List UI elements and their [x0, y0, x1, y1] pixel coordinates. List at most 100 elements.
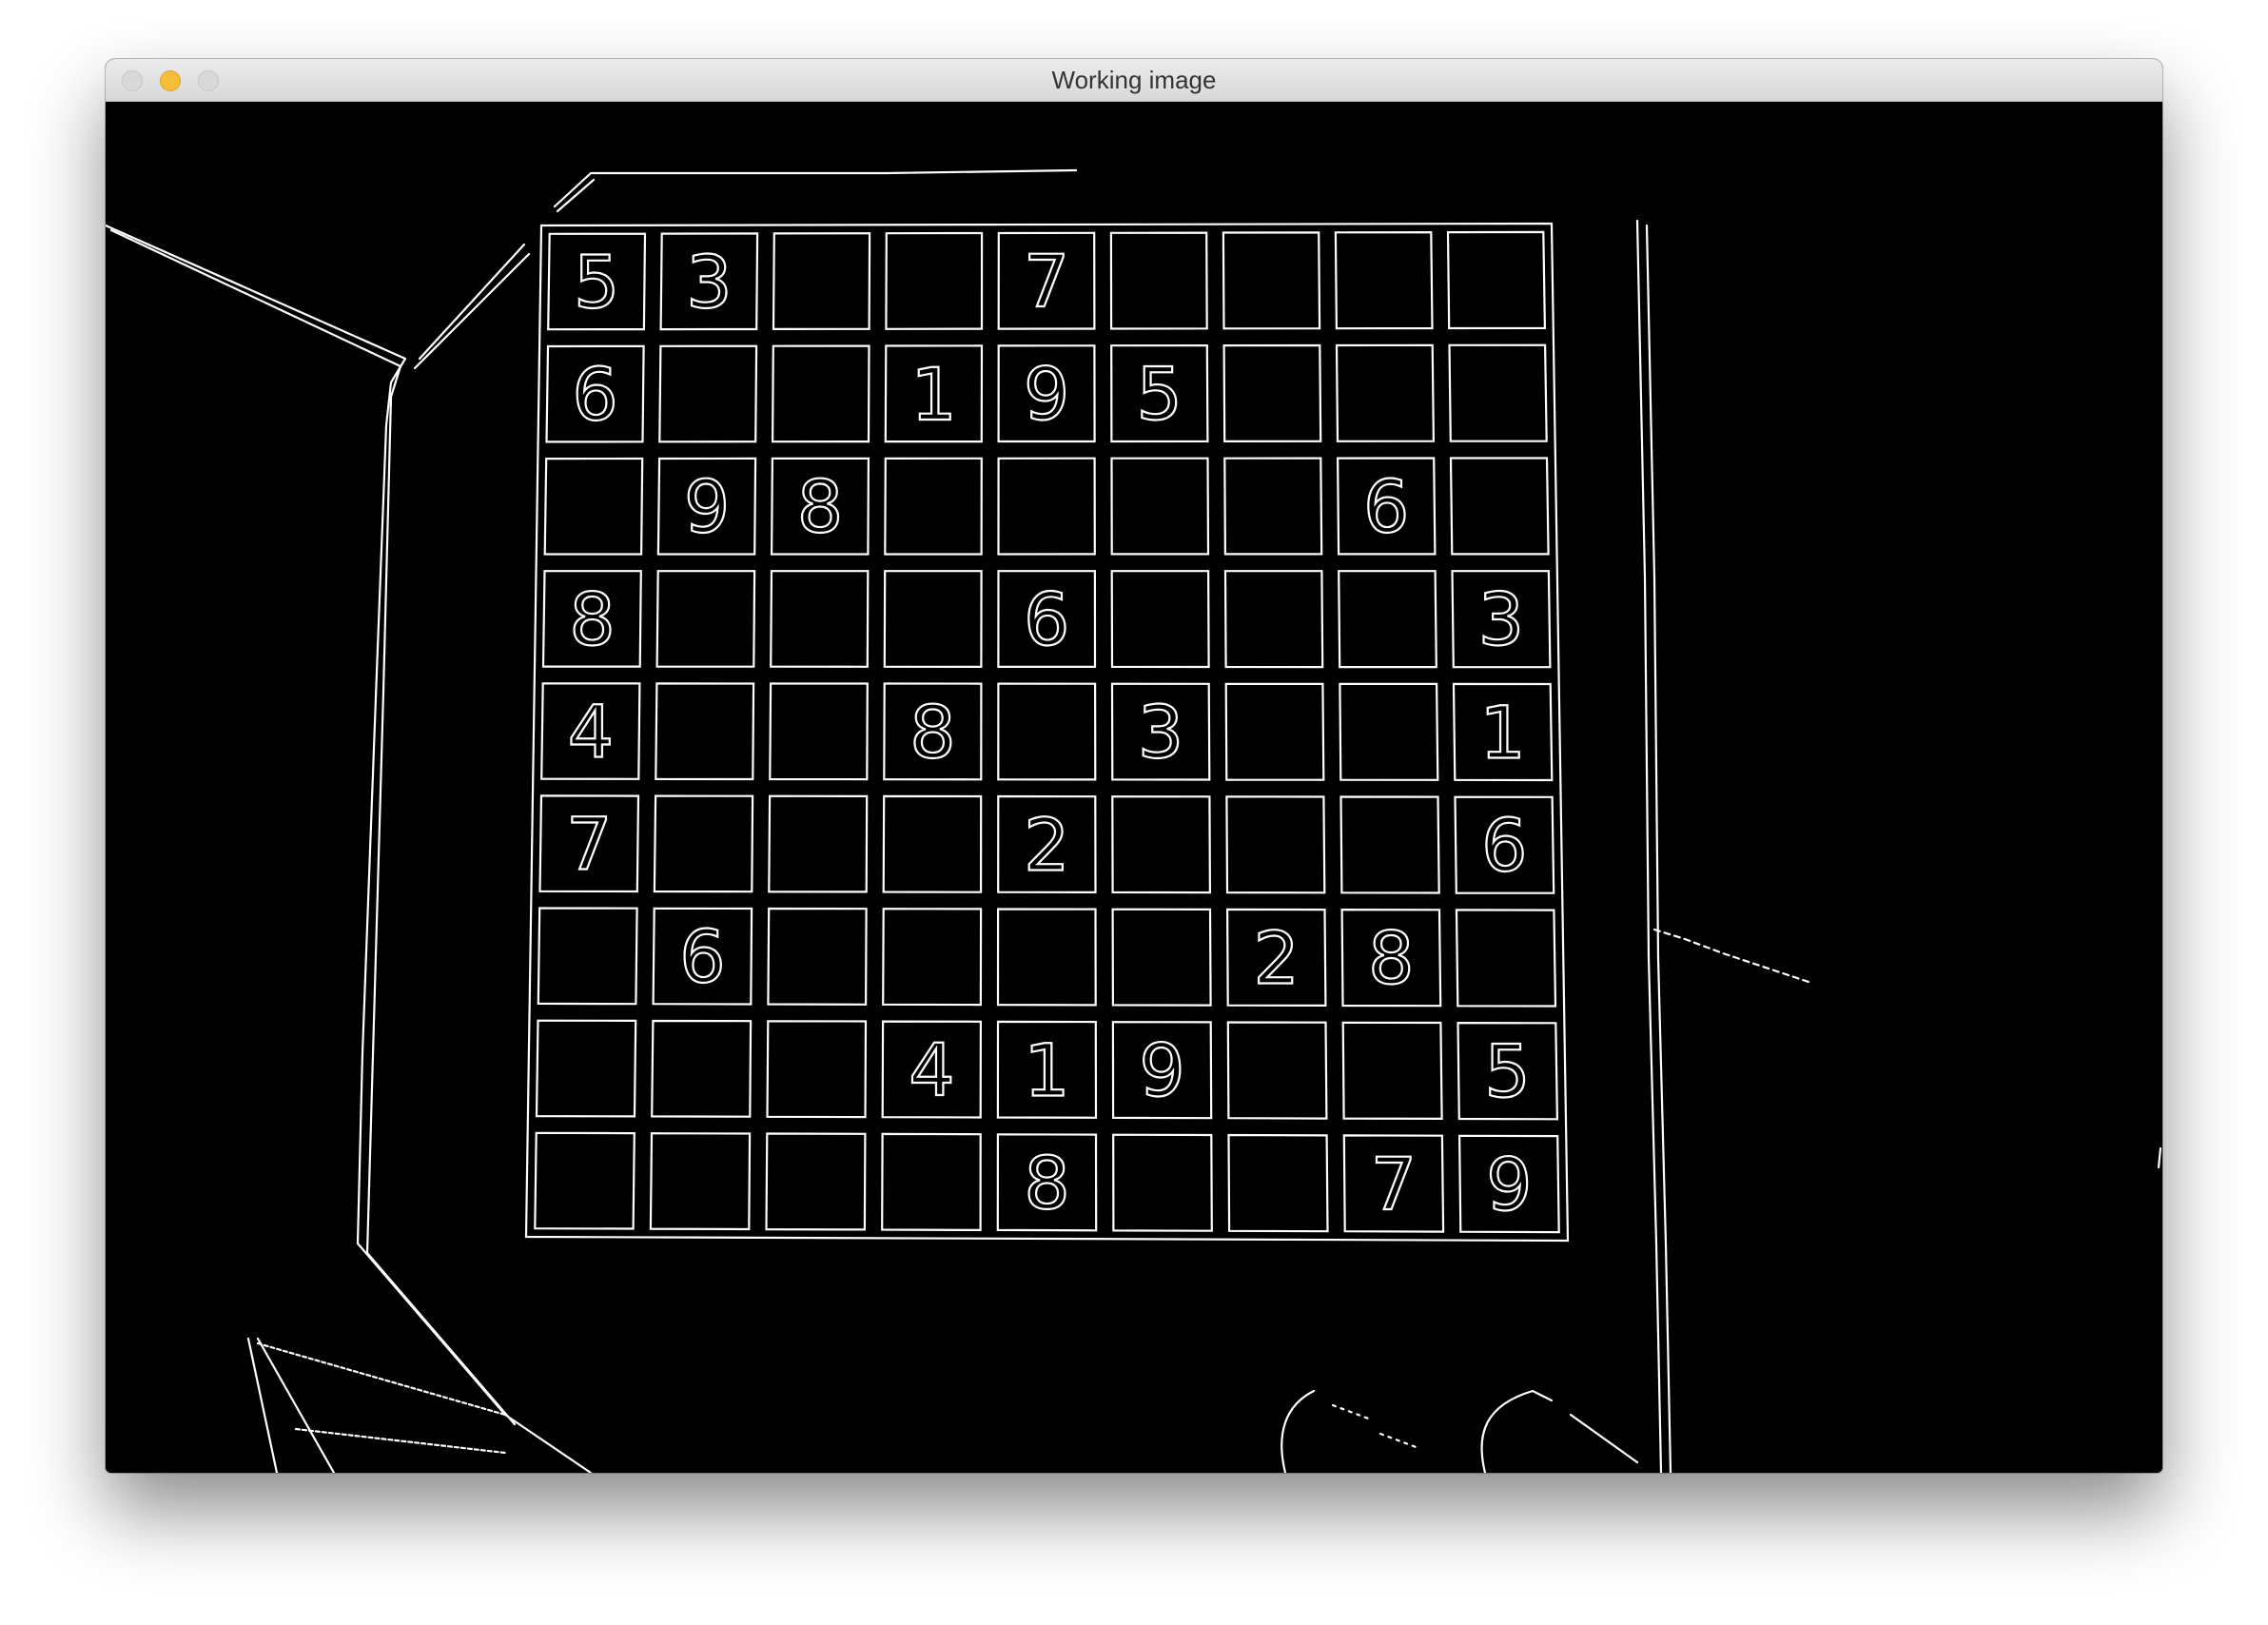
grid-cell [770, 570, 870, 668]
edge-line [556, 178, 596, 213]
sudoku-digit: 7 [566, 802, 612, 887]
edge-line [413, 252, 531, 370]
grid-cell [1339, 682, 1439, 781]
edge-line [365, 1251, 517, 1426]
sudoku-digit: 8 [569, 577, 615, 661]
grid-cell [997, 457, 1096, 556]
grid-cell [535, 1019, 637, 1118]
sudoku-digit: 7 [1024, 239, 1069, 323]
grid-cell [543, 457, 644, 556]
edge-line [418, 243, 526, 361]
grid-cell [772, 232, 871, 331]
edge-line [1281, 1389, 1316, 1473]
sudoku-digit: 6 [1363, 464, 1409, 549]
sudoku-digit: 3 [1138, 690, 1183, 774]
sudoku-digit: 5 [1137, 352, 1183, 437]
sudoku-digit: 6 [679, 914, 725, 999]
grid-cell [1226, 1021, 1328, 1120]
grid-cell [1449, 457, 1550, 556]
sudoku-digit: 3 [686, 240, 732, 324]
sudoku-digit: 5 [1484, 1029, 1530, 1114]
grid-cell [655, 682, 755, 781]
sudoku-digit: 6 [572, 352, 617, 437]
grid-cell [1225, 795, 1326, 894]
edge-line [2157, 1146, 2162, 1169]
grid-cell [1338, 570, 1437, 669]
grid-cell [1339, 795, 1440, 894]
grid-cell [771, 344, 870, 443]
edge-line [246, 1337, 279, 1473]
edge-line [294, 1427, 507, 1455]
edge-image: 5 3 76 1 9 59 8 68 6 34 8 3 17 2 66 2 84 1 9 58 7 9 [106, 168, 2162, 1473]
grid-cell [658, 344, 758, 443]
sudoku-digit: 3 [1478, 578, 1524, 662]
grid-cell [882, 908, 983, 1007]
sudoku-digit: 4 [568, 690, 614, 774]
grid-cell [1224, 682, 1325, 781]
sudoku-digit: 4 [909, 1028, 954, 1112]
sudoku-digit: 7 [1371, 1142, 1417, 1226]
sudoku-digit: 1 [1024, 1028, 1069, 1112]
sudoku-digit: 1 [1479, 690, 1525, 774]
grid-cell [884, 457, 983, 556]
sudoku-digit: 6 [1481, 803, 1527, 888]
window-title: Working image [1051, 66, 1217, 94]
sudoku-digit: 2 [1024, 802, 1069, 887]
grid-cell [885, 231, 984, 330]
grid-cell [997, 682, 1097, 781]
grid-cell [881, 1132, 982, 1232]
grid-cell [996, 908, 1097, 1007]
grid-cell [651, 1019, 753, 1118]
edge-line [256, 1337, 336, 1473]
grid-cell [882, 794, 983, 893]
grid-cell [655, 570, 756, 668]
grid-cell [1222, 343, 1322, 443]
grid-cell [768, 794, 869, 893]
sudoku-digit: 8 [797, 464, 843, 549]
grid-cell [537, 907, 638, 1006]
grid-cell [1227, 1133, 1329, 1233]
grid-cell [1109, 231, 1208, 330]
edge-line [553, 168, 1078, 208]
sudoku-digit: 9 [684, 464, 730, 549]
sudoku-digit: 8 [909, 690, 955, 774]
grid-cell [1110, 457, 1210, 556]
grid-cell [1455, 909, 1557, 1008]
grid-cell [766, 1020, 868, 1119]
sudoku-digit: 9 [1139, 1028, 1184, 1113]
edge-line [106, 224, 407, 1245]
grid-cell [767, 907, 868, 1006]
edge-line [1645, 224, 1672, 1473]
sudoku-digit: 8 [1368, 916, 1414, 1001]
grid-cell [534, 1131, 635, 1230]
edge-line [1569, 1413, 1639, 1464]
edge-line [109, 228, 402, 1255]
edge-line [356, 1242, 593, 1473]
sudoku-digit: 6 [1024, 578, 1069, 662]
grid-cell [1446, 230, 1547, 330]
app-window: Working image 5 3 7 6 1 9 5 9 8 6 8 6 3 … [106, 59, 2162, 1473]
grid-cell [1448, 343, 1548, 442]
edge-line [1480, 1389, 1554, 1473]
title-bar[interactable]: Working image [106, 59, 2162, 102]
grid-cell [649, 1132, 752, 1231]
edge-line [1331, 1403, 1420, 1450]
sudoku-digit: 2 [1254, 915, 1300, 1000]
grid-cell [1223, 570, 1324, 669]
grid-cell [1112, 1133, 1213, 1232]
sudoku-digit: 5 [574, 240, 619, 324]
grid-cell [1223, 457, 1323, 556]
grid-cell [1335, 343, 1436, 442]
background-edges [106, 168, 2162, 1473]
grid-cell [1341, 1021, 1443, 1121]
sudoku-digit: 1 [910, 352, 956, 437]
grid-cell [1110, 570, 1210, 669]
sudoku-digits: 5 3 76 1 9 59 8 68 6 34 8 3 17 2 66 2 84 1 9 58 7 9 [565, 238, 1534, 1227]
sudoku-digit: 9 [1024, 352, 1069, 437]
image-canvas: 537619598686348317266284195879 [106, 102, 2162, 1473]
sudoku-digit: 9 [1486, 1142, 1532, 1226]
grid-cell [765, 1132, 867, 1231]
grid-cell [653, 794, 754, 893]
grid-cell [769, 682, 869, 781]
edge-line [1652, 928, 1810, 984]
